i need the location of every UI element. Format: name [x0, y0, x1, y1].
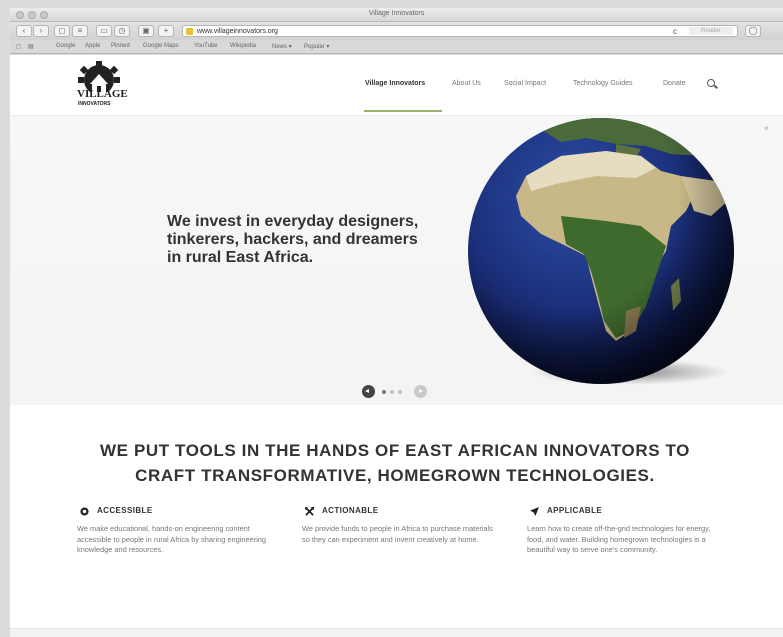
- mission-line-2: CRAFT TRANSFORMATIVE, HOMEGROWN TECHNOLO…: [135, 466, 655, 485]
- slider-prev-icon[interactable]: [362, 385, 375, 398]
- circle-dot-icon: [80, 507, 89, 516]
- reading-list-icon[interactable]: ◻: [16, 43, 21, 50]
- feature-title: APPLICABLE: [547, 506, 603, 515]
- feature-title: ACTIONABLE: [322, 506, 379, 515]
- feature-description: We provide funds to people in Africa to …: [302, 524, 493, 544]
- site-logo[interactable]: VILLAGE INNOVATORS: [72, 60, 128, 110]
- mission-statement: WE PUT TOOLS IN THE HANDS OF EAST AFRICA…: [70, 438, 720, 488]
- browser-toolbar: ‹ › ◻ ≡ ▭ ◷ ▣ + www.villageinnovators.or…: [10, 22, 783, 40]
- close-icon[interactable]: ×: [764, 124, 769, 133]
- logo-subtitle: INNOVATORS: [78, 101, 111, 107]
- nav-technology-guides[interactable]: Technology Guides: [573, 80, 633, 87]
- web-page: VILLAGE INNOVATORS Village Innovators Ab…: [10, 55, 783, 637]
- tools-icon: [305, 507, 314, 516]
- bookmark-pinned[interactable]: Pinned: [111, 43, 130, 49]
- back-icon[interactable]: ‹: [16, 25, 32, 37]
- feature-heading: APPLICABLE: [527, 506, 722, 518]
- bookmarks-bar: ◻ ▤ Google Apple Pinned Google Maps YouT…: [10, 40, 783, 54]
- title-bar: Village Innovators: [10, 8, 783, 22]
- bookmarks-icon[interactable]: ▭: [96, 25, 112, 37]
- send-icon: [530, 507, 539, 516]
- tabs-icon[interactable]: ▣: [138, 25, 154, 37]
- hero-line-3: in rural East Africa.: [167, 249, 314, 266]
- downloads-icon[interactable]: ◯: [745, 25, 761, 37]
- reload-icon[interactable]: c: [673, 26, 677, 37]
- bookmark-google-maps[interactable]: Google Maps: [143, 43, 179, 49]
- reader-button[interactable]: Reader: [689, 27, 733, 35]
- sidebar-icon[interactable]: ≡: [72, 25, 88, 37]
- feature-actionable: ACTIONABLE We provide funds to people in…: [302, 506, 497, 545]
- nav-village-innovators[interactable]: Village Innovators: [365, 80, 425, 87]
- logo-wordmark: VILLAGE: [77, 88, 128, 100]
- feature-heading: ACCESSIBLE: [77, 506, 272, 518]
- globe-africa-image: [468, 118, 734, 384]
- hero-line-1: We invest in everyday designers,: [167, 213, 419, 230]
- bookmark-menu-icon[interactable]: ▤: [28, 43, 34, 50]
- bookmark-wikipedia[interactable]: Wikipedia: [230, 43, 256, 49]
- forward-icon[interactable]: ›: [33, 25, 49, 37]
- slider-dot-1[interactable]: [382, 390, 386, 394]
- bookmark-youtube[interactable]: YouTube: [194, 43, 218, 49]
- feature-heading: ACTIONABLE: [302, 506, 497, 518]
- hero-line-2: tinkerers, hackers, and dreamers: [167, 231, 418, 248]
- hero-slider: × We invest in everyday designers, tinke…: [10, 115, 783, 405]
- site-icon: [186, 28, 193, 35]
- hero-headline: We invest in everyday designers, tinkere…: [167, 213, 457, 267]
- bookmark-google[interactable]: Google: [56, 43, 75, 49]
- url-text: www.villageinnovators.org: [197, 28, 278, 35]
- address-bar[interactable]: www.villageinnovators.org c Reader: [182, 25, 738, 37]
- site-header: VILLAGE INNOVATORS Village Innovators Ab…: [10, 55, 783, 115]
- slider-controls: [362, 385, 432, 399]
- feature-accessible: ACCESSIBLE We make educational, hands-on…: [77, 506, 272, 556]
- bookmark-popular[interactable]: Popular ▾: [304, 43, 329, 50]
- bookmark-apple[interactable]: Apple: [85, 43, 100, 49]
- new-tab-icon[interactable]: +: [158, 25, 174, 37]
- browser-window: Village Innovators ‹ › ◻ ≡ ▭ ◷ ▣ + www.v…: [0, 0, 783, 637]
- nav-about-us[interactable]: About Us: [452, 80, 481, 87]
- page-footer-edge: [10, 628, 783, 637]
- window-title: Village Innovators: [368, 10, 425, 17]
- share-icon[interactable]: ◻: [54, 25, 70, 37]
- slider-dot-2[interactable]: [390, 390, 394, 394]
- slider-next-icon[interactable]: [414, 385, 427, 398]
- search-icon[interactable]: [707, 79, 715, 87]
- nav-social-impact[interactable]: Social Impact: [504, 80, 546, 87]
- bookmark-news[interactable]: News ▾: [272, 43, 292, 50]
- feature-description: Learn how to create off-the-grid technol…: [527, 524, 711, 554]
- mission-line-1: WE PUT TOOLS IN THE HANDS OF EAST AFRICA…: [100, 441, 690, 460]
- history-icon[interactable]: ◷: [114, 25, 130, 37]
- feature-description: We make educational, hands-on engineerin…: [77, 524, 266, 554]
- active-nav-indicator: [364, 110, 442, 112]
- slider-dot-3[interactable]: [398, 390, 402, 394]
- nav-donate[interactable]: Donate: [663, 80, 686, 87]
- feature-applicable: APPLICABLE Learn how to create off-the-g…: [527, 506, 722, 556]
- feature-title: ACCESSIBLE: [97, 506, 153, 515]
